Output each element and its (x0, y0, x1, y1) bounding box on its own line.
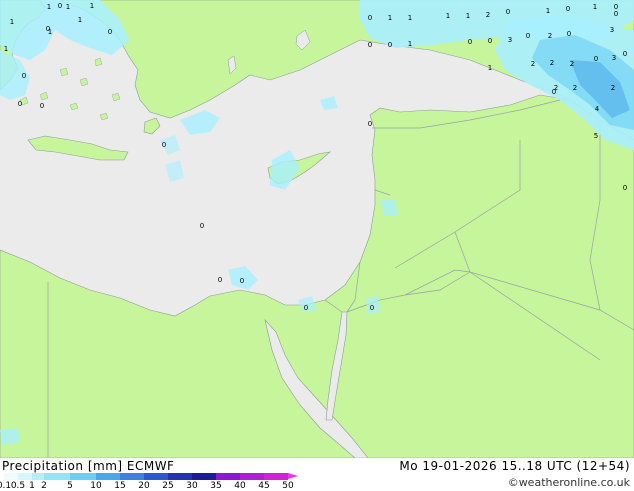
precip-value-label: 0 (58, 2, 62, 10)
precip-value-label: 0 (567, 30, 571, 38)
precip-value-label: 0 (200, 222, 204, 230)
precip-value-label: 2 (531, 60, 535, 68)
precip-value-label: 0 (368, 41, 372, 49)
scale-swatch (168, 473, 192, 480)
map-title: Precipitation [mm] ECMWF (2, 459, 175, 473)
scale-swatch (144, 473, 168, 480)
scale-arrow-icon (288, 473, 298, 479)
precip-value-label: 0 (304, 304, 308, 312)
scale-swatch (264, 473, 288, 480)
precip-value-label: 1 (48, 28, 52, 36)
scale-swatch (192, 473, 216, 480)
precip-value-label: 1 (47, 3, 51, 11)
map-canvas: 1 110110000110 1 1 1 1 2 0 1 0 1 00 0 1 0 0 3 0 2 0 301 2 2 20 3… (0, 0, 634, 458)
precip-value-label: 0 (614, 10, 618, 18)
precip-value-label: 1 (546, 7, 550, 15)
precip-value-label: 0 (218, 276, 222, 284)
footer-bar: Precipitation [mm] ECMWF Mo 19-01-2026 1… (0, 458, 634, 491)
precip-value-label: 0 (623, 50, 627, 58)
precip-value-label: 0 (40, 102, 44, 110)
precip-value-label: 0 (388, 41, 392, 49)
precip-value-label: 2 (548, 32, 552, 40)
precip-value-label: 2 (486, 11, 490, 19)
scale-swatch (18, 473, 32, 480)
precip-value-label: 0 (594, 55, 598, 63)
precip-value-label: 1 (466, 12, 470, 20)
precip-libya (0, 428, 20, 445)
precip-value-label: 0 (623, 184, 627, 192)
precip-value-label: 0 (468, 38, 472, 46)
weather-map: 1110110000110111120101000100302030122203… (0, 0, 634, 458)
precip-value-label: 1 (408, 14, 412, 22)
precip-value-label: 0 (566, 5, 570, 13)
scale-swatch (4, 473, 18, 480)
precip-value-label: 1 (90, 2, 94, 10)
precip-value-label: 3 (508, 36, 512, 44)
precip-value-label: 3 (612, 54, 616, 62)
scale-swatch (44, 473, 70, 480)
scale-swatch (240, 473, 264, 480)
color-scale (4, 473, 288, 480)
precip-value-label: 1 (78, 16, 82, 24)
precip-value-label: 2 (550, 59, 554, 67)
precip-value-label: 0 (368, 14, 372, 22)
scale-swatch (70, 473, 96, 480)
precip-value-label: 0 (506, 8, 510, 16)
precip-value-label: 1 (446, 12, 450, 20)
precip-value-label: 1 (4, 45, 8, 53)
precip-value-label: 0 (240, 277, 244, 285)
precip-value-label: 2 (570, 60, 574, 68)
scale-swatch (120, 473, 144, 480)
precip-value-label: 0 (18, 100, 22, 108)
precip-value-label: 1 (408, 40, 412, 48)
precip-value-label: 0 (162, 141, 166, 149)
precip-value-label: 1 (66, 3, 70, 11)
precip-value-label: 0 (526, 32, 530, 40)
credit-link[interactable]: ©weatheronline.co.uk (508, 476, 630, 489)
scale-swatch (32, 473, 44, 480)
precip-value-label: 0 (22, 72, 26, 80)
valid-time: Mo 19-01-2026 15..18 UTC (12+54) (399, 459, 630, 473)
precip-value-label: 0 (108, 28, 112, 36)
precip-value-label: 1 (593, 3, 597, 11)
precip-value-label: 0 (370, 304, 374, 312)
precip-value-label: 5 (594, 132, 598, 140)
precip-value-label: 3 (610, 26, 614, 34)
scale-swatch (96, 473, 120, 480)
precip-value-label: 2 (611, 84, 615, 92)
precip-value-label: 4 (595, 105, 600, 113)
precip-value-label: 0 (552, 88, 556, 96)
precip-value-label: 1 (10, 18, 14, 26)
precip-value-label: 1 (488, 64, 492, 72)
precip-value-label: 2 (573, 84, 577, 92)
precip-value-label: 0 (368, 120, 372, 128)
scale-swatch (216, 473, 240, 480)
precip-value-label: 0 (488, 37, 492, 45)
precip-value-label: 1 (388, 14, 392, 22)
